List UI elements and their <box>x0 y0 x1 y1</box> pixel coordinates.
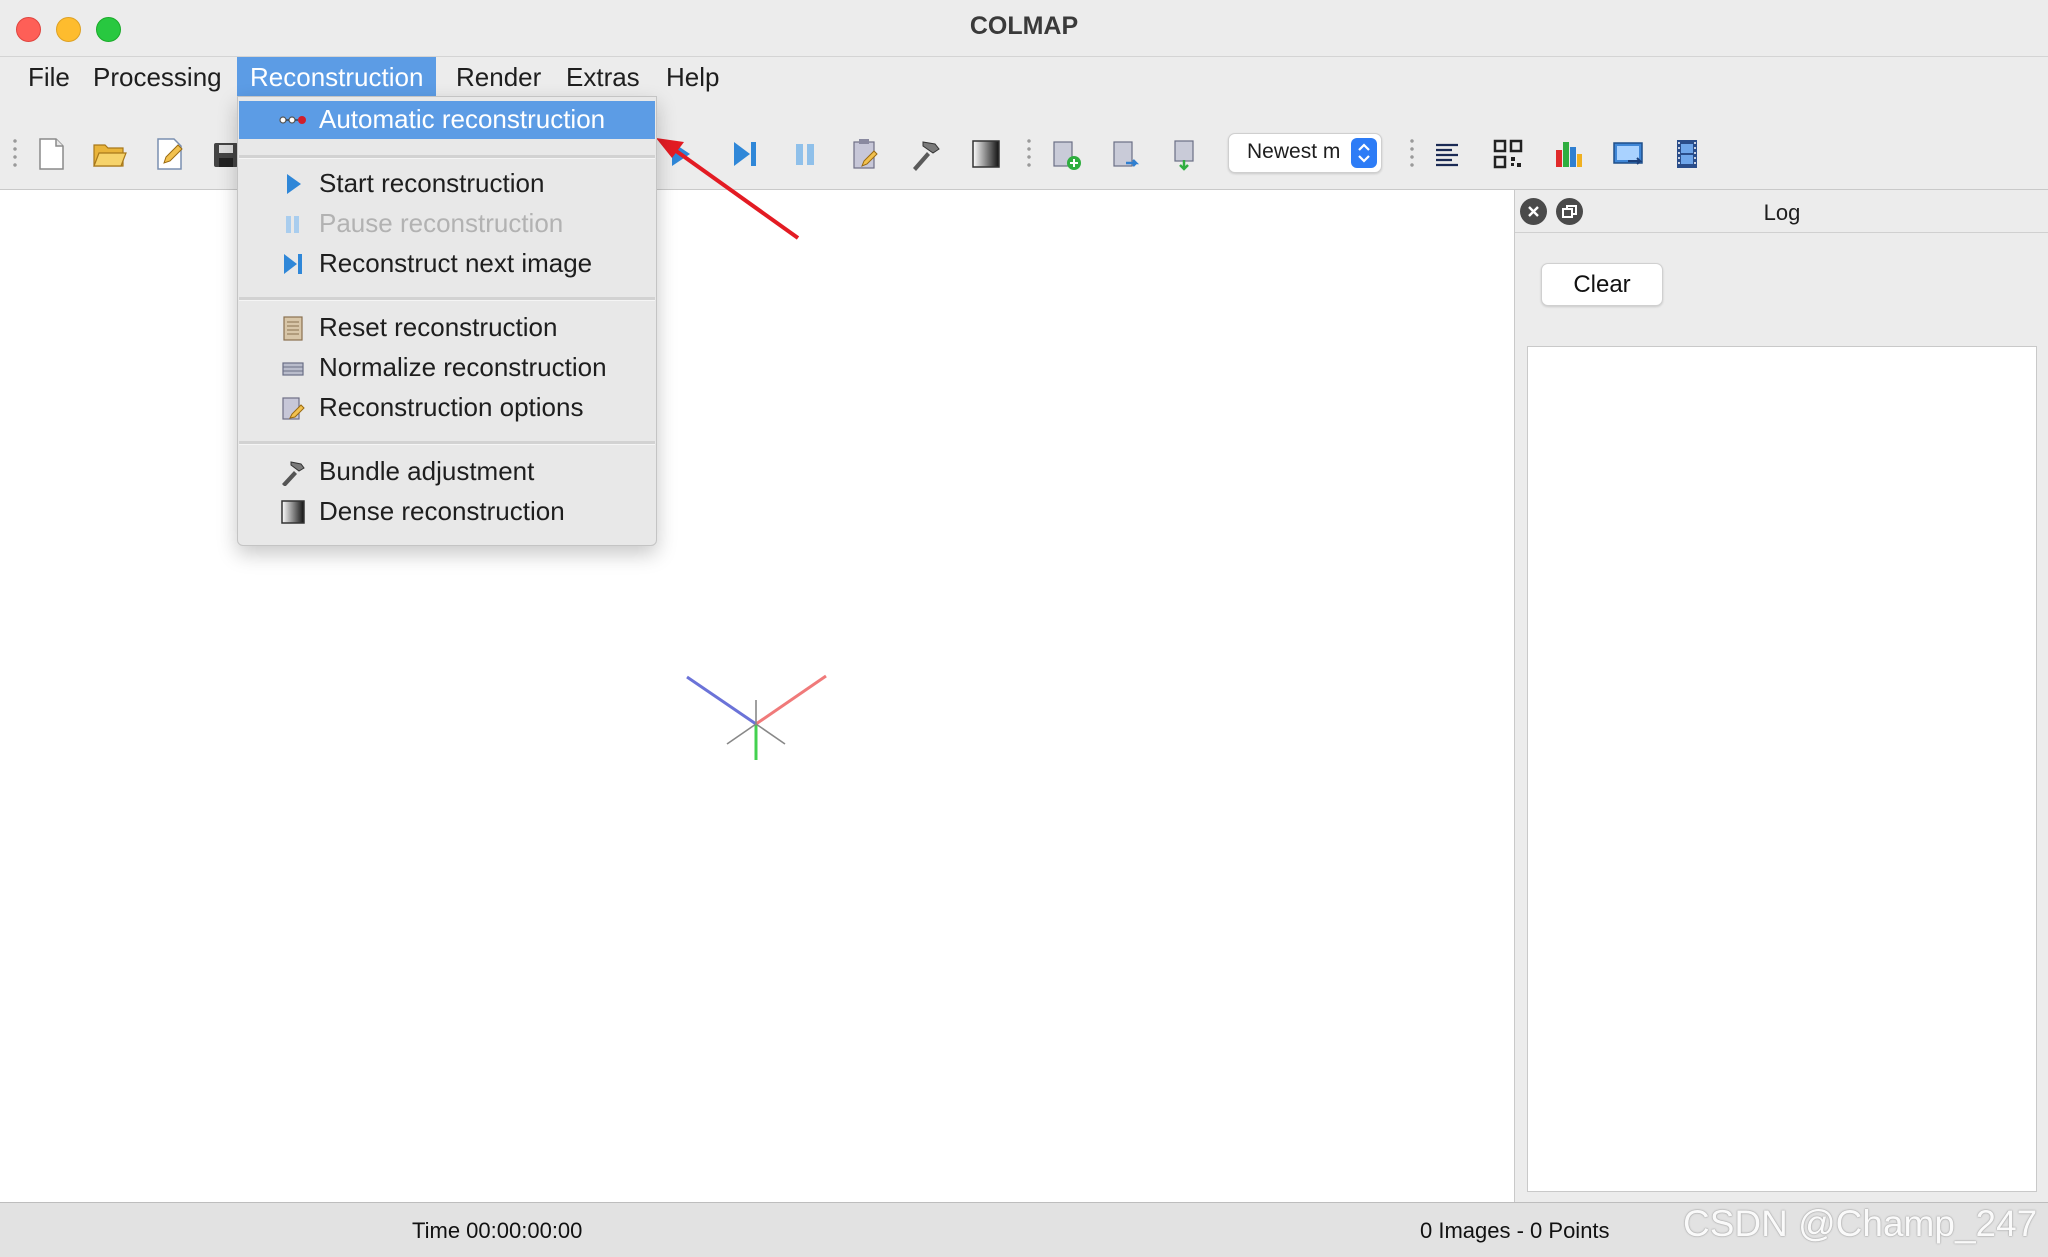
open-project-icon[interactable] <box>91 136 127 172</box>
log-panel-header: Log <box>1515 190 2048 233</box>
menu-item-reconstruct-next-image[interactable]: Reconstruct next image <box>239 245 655 283</box>
hammer-icon[interactable] <box>907 136 943 172</box>
menu-separator <box>239 441 655 445</box>
menu-extras[interactable]: Extras <box>553 57 653 97</box>
menu-separator <box>239 155 655 159</box>
toolbar-separator <box>1410 137 1414 167</box>
menu-processing[interactable]: Processing <box>80 57 235 97</box>
sort-order-value: Newest m <box>1247 140 1341 163</box>
log-panel-title: Log <box>1763 200 1801 225</box>
menu-file[interactable]: File <box>15 57 83 97</box>
menu-help[interactable]: Help <box>653 57 732 97</box>
database-add-icon[interactable] <box>1048 136 1084 172</box>
model-viewer[interactable] <box>0 190 1514 1202</box>
play-icon <box>287 174 301 194</box>
menu-item-normalize-reconstruction[interactable]: Normalize reconstruction <box>239 349 655 387</box>
menu-item-start-reconstruction[interactable]: Start reconstruction <box>239 165 655 203</box>
database-export-icon[interactable] <box>1108 136 1144 172</box>
menu-item-bundle-adjustment[interactable]: Bundle adjustment <box>239 453 655 491</box>
pause-icon <box>286 216 299 233</box>
database-import-icon[interactable] <box>1167 136 1203 172</box>
watermark: CSDN @Champ_247 <box>1683 1203 2038 1244</box>
title-bar: COLMAP <box>0 0 2048 57</box>
log-panel: Log Clear <box>1514 190 2048 1202</box>
save-project-icon[interactable] <box>210 136 238 172</box>
automatic-reconstruction-icon <box>279 116 306 124</box>
qr-grid-icon[interactable] <box>1490 136 1526 172</box>
toolbar-handle[interactable] <box>13 137 17 167</box>
status-image-point-count: 0 Images - 0 Points <box>1420 1218 1610 1243</box>
coordinate-axes <box>686 674 827 760</box>
annotation-arrow <box>656 138 800 240</box>
options-icon <box>282 397 305 420</box>
menu-reconstruction[interactable]: Reconstruction <box>237 57 437 97</box>
menu-bar: File Processing Reconstruction Render Ex… <box>0 57 2048 97</box>
toolbar-separator <box>1027 137 1031 167</box>
menu-item-reconstruction-options[interactable]: Reconstruction options <box>239 389 655 427</box>
screenshot-icon[interactable] <box>1610 136 1646 172</box>
reconstruction-menu-dropdown: Automatic reconstruction Start reconstru… <box>237 96 657 546</box>
menu-item-automatic-reconstruction[interactable]: Automatic reconstruction <box>239 101 655 139</box>
dense-icon <box>281 500 305 524</box>
window-title: COLMAP <box>969 12 1079 40</box>
menu-render[interactable]: Render <box>443 57 554 97</box>
dense-reconstruction-icon[interactable] <box>968 136 1004 172</box>
new-project-icon[interactable] <box>33 136 69 172</box>
menu-item-pause-reconstruction[interactable]: Pause reconstruction <box>239 205 655 243</box>
log-text-area[interactable] <box>1527 346 2037 1192</box>
edit-project-icon[interactable] <box>152 136 188 172</box>
menu-item-reset-reconstruction[interactable]: Reset reconstruction <box>239 309 655 347</box>
align-left-icon[interactable] <box>1430 136 1466 172</box>
movie-grabber-icon[interactable] <box>1670 136 1706 172</box>
sort-order-select[interactable]: Newest m <box>1228 133 1382 173</box>
updown-arrows-icon <box>1351 138 1377 168</box>
status-time: Time 00:00:00:00 <box>412 1218 583 1243</box>
hammer-icon <box>282 461 305 486</box>
normalize-icon <box>282 362 304 376</box>
menu-separator <box>239 297 655 301</box>
clear-log-button[interactable]: Clear <box>1541 263 1663 306</box>
step-forward-icon <box>284 254 302 274</box>
reset-icon <box>283 316 303 341</box>
status-bar: Time 00:00:00:00 0 Images - 0 Points CSD… <box>0 1202 2048 1257</box>
bar-chart-icon[interactable] <box>1550 136 1586 172</box>
menu-item-dense-reconstruction[interactable]: Dense reconstruction <box>239 493 655 531</box>
reconstruction-options-icon[interactable] <box>848 136 884 172</box>
